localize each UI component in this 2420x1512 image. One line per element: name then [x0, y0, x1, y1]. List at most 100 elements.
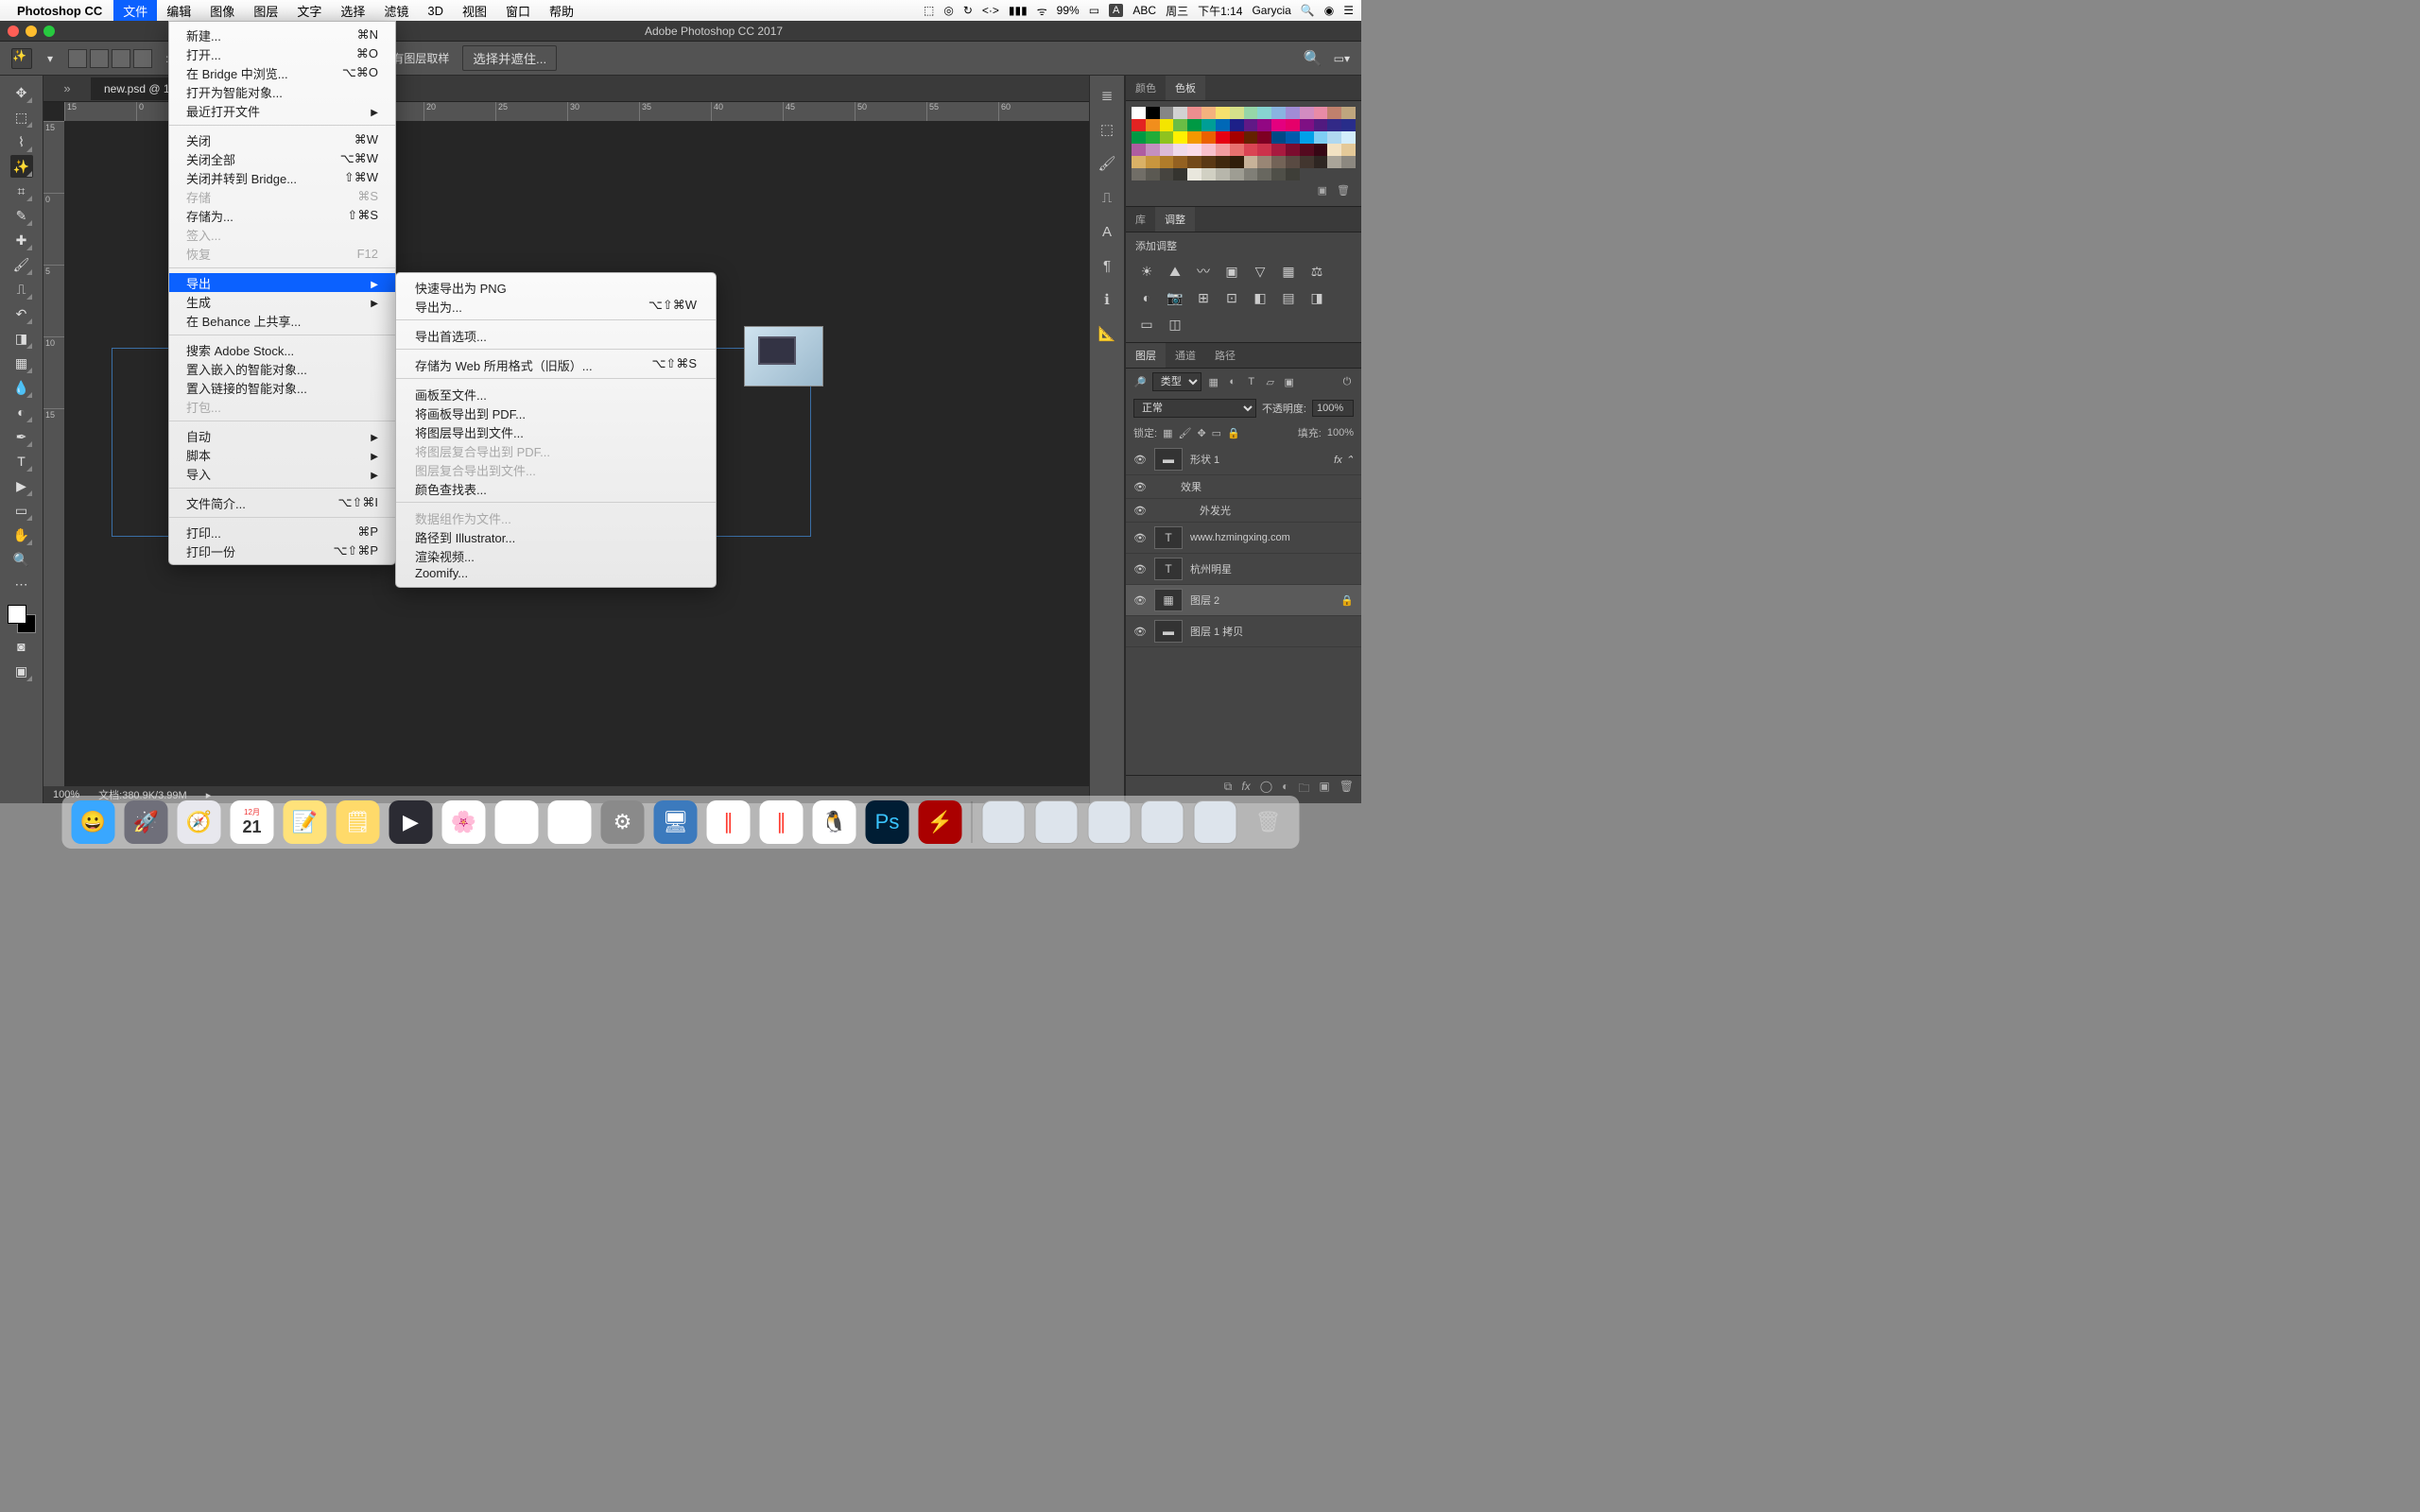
lock-all-icon[interactable]: 🔒 [1227, 427, 1240, 439]
file-menu-item[interactable]: 搜索 Adobe Stock... [169, 340, 395, 359]
lock-artboard-icon[interactable]: ▭ [1212, 427, 1221, 439]
dock-Stickies[interactable]: 🗒 [337, 800, 380, 844]
swatch[interactable] [1132, 144, 1146, 156]
adj-poster-icon[interactable]: ▤ [1279, 289, 1298, 306]
user-name[interactable]: Garycia [1252, 4, 1290, 17]
file-menu-item[interactable]: 关闭并转到 Bridge...⇧⌘W [169, 168, 395, 187]
menu-文件[interactable]: 文件 [113, 0, 157, 21]
swatch[interactable] [1257, 131, 1271, 144]
swatch[interactable] [1132, 168, 1146, 180]
swatch[interactable] [1271, 131, 1286, 144]
dock-Settings[interactable]: ⚙ [601, 800, 645, 844]
current-tool-icon[interactable]: ✨ [11, 48, 32, 69]
swatch[interactable] [1173, 131, 1187, 144]
adj-curves-icon[interactable]: 〰 [1194, 263, 1213, 280]
delete-layer-icon[interactable]: 🗑 [1340, 780, 1354, 799]
blend-mode[interactable]: 正常 [1133, 399, 1256, 418]
cc-icon[interactable]: ◎ [943, 4, 953, 17]
file-menu-item[interactable]: 自动▶ [169, 426, 395, 445]
dodge-tool[interactable]: ◐ [10, 401, 33, 423]
swatch[interactable] [1257, 156, 1271, 168]
swatch[interactable] [1244, 119, 1258, 131]
swatch[interactable] [1271, 119, 1286, 131]
swatch[interactable] [1327, 144, 1341, 156]
menu-滤镜[interactable]: 滤镜 [374, 0, 418, 21]
para-icon[interactable]: ¶ [1097, 255, 1117, 276]
path-select-tool[interactable]: ▶ [10, 474, 33, 497]
swatch[interactable] [1244, 156, 1258, 168]
swatch[interactable] [1314, 144, 1328, 156]
swatch[interactable] [1146, 144, 1160, 156]
file-menu-item[interactable]: 关闭⌘W [169, 130, 395, 149]
adj-thresh-icon[interactable]: ◨ [1307, 289, 1326, 306]
export-menu-item[interactable]: 渲染视频... [396, 545, 716, 564]
menu-图层[interactable]: 图层 [244, 0, 287, 21]
search-icon[interactable]: 🔍 [1304, 49, 1322, 68]
char-icon[interactable]: A [1097, 221, 1117, 242]
export-menu-item[interactable]: 导出首选项... [396, 325, 716, 344]
wifi-icon[interactable]: ᯤ [1037, 3, 1047, 19]
layer-filter-kind[interactable]: 类型 [1152, 372, 1201, 391]
lock-pixel-icon[interactable]: 🖌 [1178, 427, 1191, 439]
crop-tool[interactable]: ⌗ [10, 180, 33, 202]
swatch[interactable] [1286, 168, 1300, 180]
swatch[interactable] [1187, 119, 1201, 131]
marquee-tool[interactable]: ⬚ [10, 106, 33, 129]
eyedropper-tool[interactable]: ✎ [10, 204, 33, 227]
swatch[interactable] [1201, 144, 1216, 156]
swatch[interactable] [1314, 107, 1328, 119]
swatch[interactable] [1244, 168, 1258, 180]
export-menu-item[interactable]: 画板至文件... [396, 384, 716, 403]
swatch[interactable] [1327, 119, 1341, 131]
file-menu-item[interactable]: 最近打开文件▶ [169, 101, 395, 120]
file-menu-item[interactable]: 生成▶ [169, 292, 395, 311]
swatch[interactable] [1132, 156, 1146, 168]
refine-button[interactable]: 选择并遮住... [462, 45, 557, 71]
swatch[interactable] [1286, 119, 1300, 131]
swatch[interactable] [1146, 156, 1160, 168]
expand-panels[interactable]: » [43, 81, 91, 95]
opacity-value[interactable]: 100% [1312, 400, 1354, 417]
layer-row[interactable]: 👁▬图层 1 拷贝 [1126, 616, 1361, 647]
magic-wand-tool[interactable]: ✨ [10, 155, 33, 178]
dock-min-win2[interactable] [1035, 800, 1079, 844]
dock-iTunes[interactable]: ♫ [495, 800, 539, 844]
visibility-icon[interactable]: 👁 [1133, 563, 1147, 576]
hand-tool[interactable]: ✋ [10, 524, 33, 546]
blur-tool[interactable]: 💧 [10, 376, 33, 399]
swatch[interactable] [1216, 119, 1230, 131]
clone-icon[interactable]: ⎍ [1097, 187, 1117, 208]
swatch[interactable] [1300, 156, 1314, 168]
file-menu-item[interactable]: 导入▶ [169, 464, 395, 483]
swatch[interactable] [1132, 131, 1146, 144]
layer-row[interactable]: 👁T杭州明星 [1126, 554, 1361, 585]
group-icon[interactable]: 🗀 [1298, 780, 1309, 799]
layer-row[interactable]: 👁▦图层 2🔒 [1126, 585, 1361, 616]
fill-value[interactable]: 100% [1327, 427, 1354, 438]
tab-color[interactable]: 颜色 [1126, 76, 1166, 100]
swatch[interactable] [1160, 156, 1174, 168]
input-a[interactable]: A [1109, 4, 1123, 17]
swatch[interactable] [1230, 144, 1244, 156]
swatch[interactable] [1146, 119, 1160, 131]
swatch[interactable] [1201, 131, 1216, 144]
lock-pos-icon[interactable]: ✥ [1197, 427, 1205, 439]
file-menu-item[interactable]: 关闭全部⌥⌘W [169, 149, 395, 168]
swatch[interactable] [1132, 119, 1146, 131]
swatch[interactable] [1216, 131, 1230, 144]
placed-image[interactable] [744, 326, 823, 387]
adj-lookup-icon[interactable]: ⊡ [1222, 289, 1241, 306]
dock-min-win1[interactable] [982, 800, 1026, 844]
visibility-icon[interactable]: 👁 [1133, 481, 1147, 493]
visibility-icon[interactable]: 👁 [1133, 626, 1147, 638]
filter-pixel-icon[interactable]: ▦ [1207, 375, 1220, 388]
swatch[interactable] [1216, 144, 1230, 156]
swatch[interactable] [1271, 107, 1286, 119]
edit-toolbar[interactable]: ⋯ [10, 573, 33, 595]
stamp-tool[interactable]: ⎍ [10, 278, 33, 301]
swatch[interactable] [1201, 156, 1216, 168]
swatch[interactable] [1244, 131, 1258, 144]
swatch[interactable] [1146, 168, 1160, 180]
visibility-icon[interactable]: 👁 [1133, 454, 1147, 466]
screenmode-toggle[interactable]: ▣ [10, 660, 33, 682]
